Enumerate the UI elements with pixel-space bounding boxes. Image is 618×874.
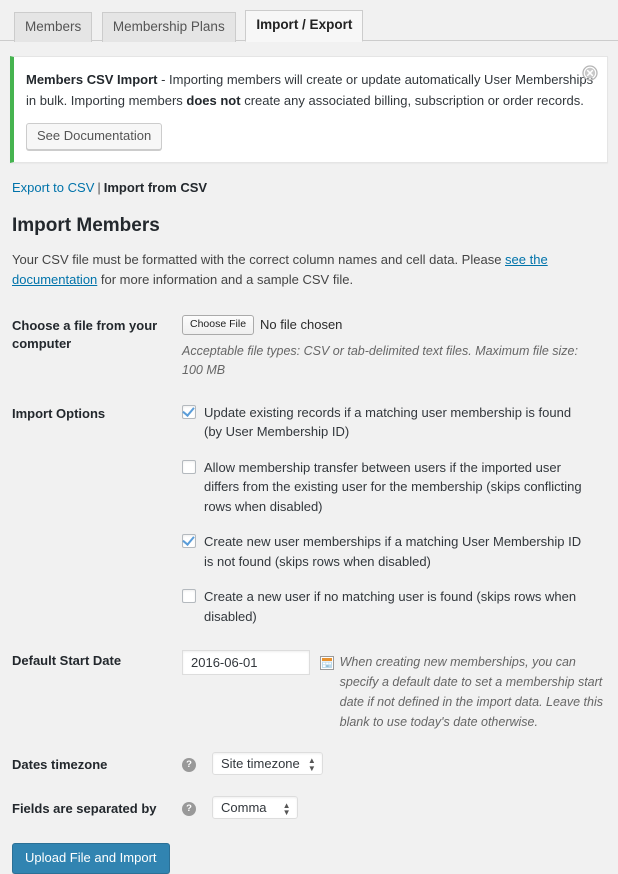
- close-circle-icon-glyph: [582, 65, 598, 81]
- checkbox-create-memberships[interactable]: [182, 534, 196, 549]
- tab-bar: Members Membership Plans Import / Export: [0, 0, 618, 42]
- row-import-options: Import Options Update existing records i…: [0, 392, 618, 640]
- intro-before-link: Your CSV file must be formatted with the…: [12, 251, 506, 267]
- export-to-csv-link[interactable]: Export to CSV: [12, 180, 94, 195]
- notice-text: Members CSV Import - Importing members w…: [26, 70, 595, 112]
- page-title: Import Members: [12, 215, 160, 237]
- default-start-date-label: Default Start Date: [12, 653, 122, 669]
- intro-text: Your CSV file must be formatted with the…: [12, 250, 592, 290]
- notice-title: Members CSV Import: [26, 72, 158, 87]
- checkbox-label-update-existing[interactable]: Update existing records if a matching us…: [204, 403, 592, 442]
- file-status-text: No file chosen: [260, 316, 343, 332]
- checkbox-row-create-user[interactable]: Create a new user if no matching user is…: [182, 587, 592, 626]
- subnav: Export to CSV | Import from CSV: [12, 175, 618, 201]
- tab-import-export[interactable]: Import / Export: [245, 10, 364, 42]
- row-field-separator: Fields are separated by ? Comma ▲ ▼: [0, 787, 618, 831]
- tab-membership-plans[interactable]: Membership Plans: [101, 12, 236, 42]
- checkbox-label-allow-transfer[interactable]: Allow membership transfer between users …: [204, 458, 592, 517]
- notice-actions: See Documentation: [26, 122, 595, 151]
- notice-text-part2: create any associated billing, subscript…: [240, 92, 584, 108]
- checkbox-allow-transfer[interactable]: [182, 459, 196, 474]
- import-form-table: Choose a file from your computer Choose …: [0, 304, 618, 831]
- checkbox-create-user[interactable]: [182, 589, 196, 604]
- submit-area: Upload File and Import: [0, 831, 618, 874]
- upload-file-and-import-button[interactable]: Upload File and Import: [12, 843, 170, 874]
- subnav-separator: |: [97, 180, 101, 196]
- default-start-date-description: When creating new memberships, you can s…: [339, 655, 603, 730]
- import-options-cell: Update existing records if a matching us…: [182, 392, 618, 640]
- row-choose-file: Choose a file from your computer Choose …: [0, 304, 618, 391]
- notice-emphasis: does not: [186, 92, 241, 108]
- default-start-date-cell: When creating new memberships, you can s…: [182, 639, 618, 743]
- row-dates-timezone: Dates timezone ? Site timezone ▲ ▼: [0, 743, 618, 787]
- dates-timezone-select[interactable]: Site timezone: [212, 752, 323, 776]
- checkbox-row-allow-transfer[interactable]: Allow membership transfer between users …: [182, 458, 592, 517]
- help-icon[interactable]: ?: [182, 758, 196, 773]
- field-separator-select-wrap: Comma ▲ ▼: [212, 796, 298, 820]
- calendar-icon-glyph: [319, 655, 334, 670]
- intro-after-link: for more information and a sample CSV fi…: [97, 272, 354, 288]
- see-documentation-button[interactable]: See Documentation: [26, 122, 163, 151]
- choose-file-button[interactable]: Choose File: [182, 315, 255, 335]
- field-separator-select-cell: Comma ▲ ▼: [212, 787, 618, 831]
- checkbox-row-create-memberships[interactable]: Create new user memberships if a matchin…: [182, 532, 592, 571]
- dates-timezone-label: Dates timezone: [12, 757, 108, 773]
- help-icon[interactable]: ?: [182, 802, 196, 817]
- csv-import-notice: Members CSV Import - Importing members w…: [10, 56, 608, 164]
- dates-timezone-select-wrap: Site timezone ▲ ▼: [212, 752, 323, 776]
- field-separator-select[interactable]: Comma: [212, 796, 298, 820]
- import-options-label: Import Options: [12, 405, 106, 421]
- date-input-row: When creating new memberships, you can s…: [182, 650, 608, 732]
- field-separator-help-cell: ?: [182, 787, 212, 831]
- field-separator-label: Fields are separated by: [12, 801, 157, 817]
- checkbox-label-create-memberships[interactable]: Create new user memberships if a matchin…: [204, 532, 592, 571]
- choose-file-label: Choose a file from your computer: [12, 318, 158, 352]
- default-start-date-input[interactable]: [182, 650, 310, 676]
- close-circle-icon[interactable]: [579, 62, 601, 84]
- calendar-icon[interactable]: [319, 655, 334, 670]
- tab-members[interactable]: Members: [14, 12, 93, 42]
- dates-timezone-select-cell: Site timezone ▲ ▼: [212, 743, 618, 787]
- file-types-description: Acceptable file types: CSV or tab-delimi…: [182, 343, 578, 378]
- checkbox-update-existing[interactable]: [182, 404, 196, 419]
- choose-file-cell: Choose File No file chosen Acceptable fi…: [182, 304, 618, 391]
- checkbox-row-update-existing[interactable]: Update existing records if a matching us…: [182, 403, 592, 442]
- dates-timezone-help-cell: ?: [182, 743, 212, 787]
- import-from-csv-current: Import from CSV: [103, 180, 208, 196]
- row-default-start-date: Default Start Date 2016-06-01 When creat…: [0, 639, 618, 743]
- checkbox-label-create-user[interactable]: Create a new user if no matching user is…: [204, 587, 592, 626]
- file-input-row: Choose File No file chosen: [182, 315, 608, 335]
